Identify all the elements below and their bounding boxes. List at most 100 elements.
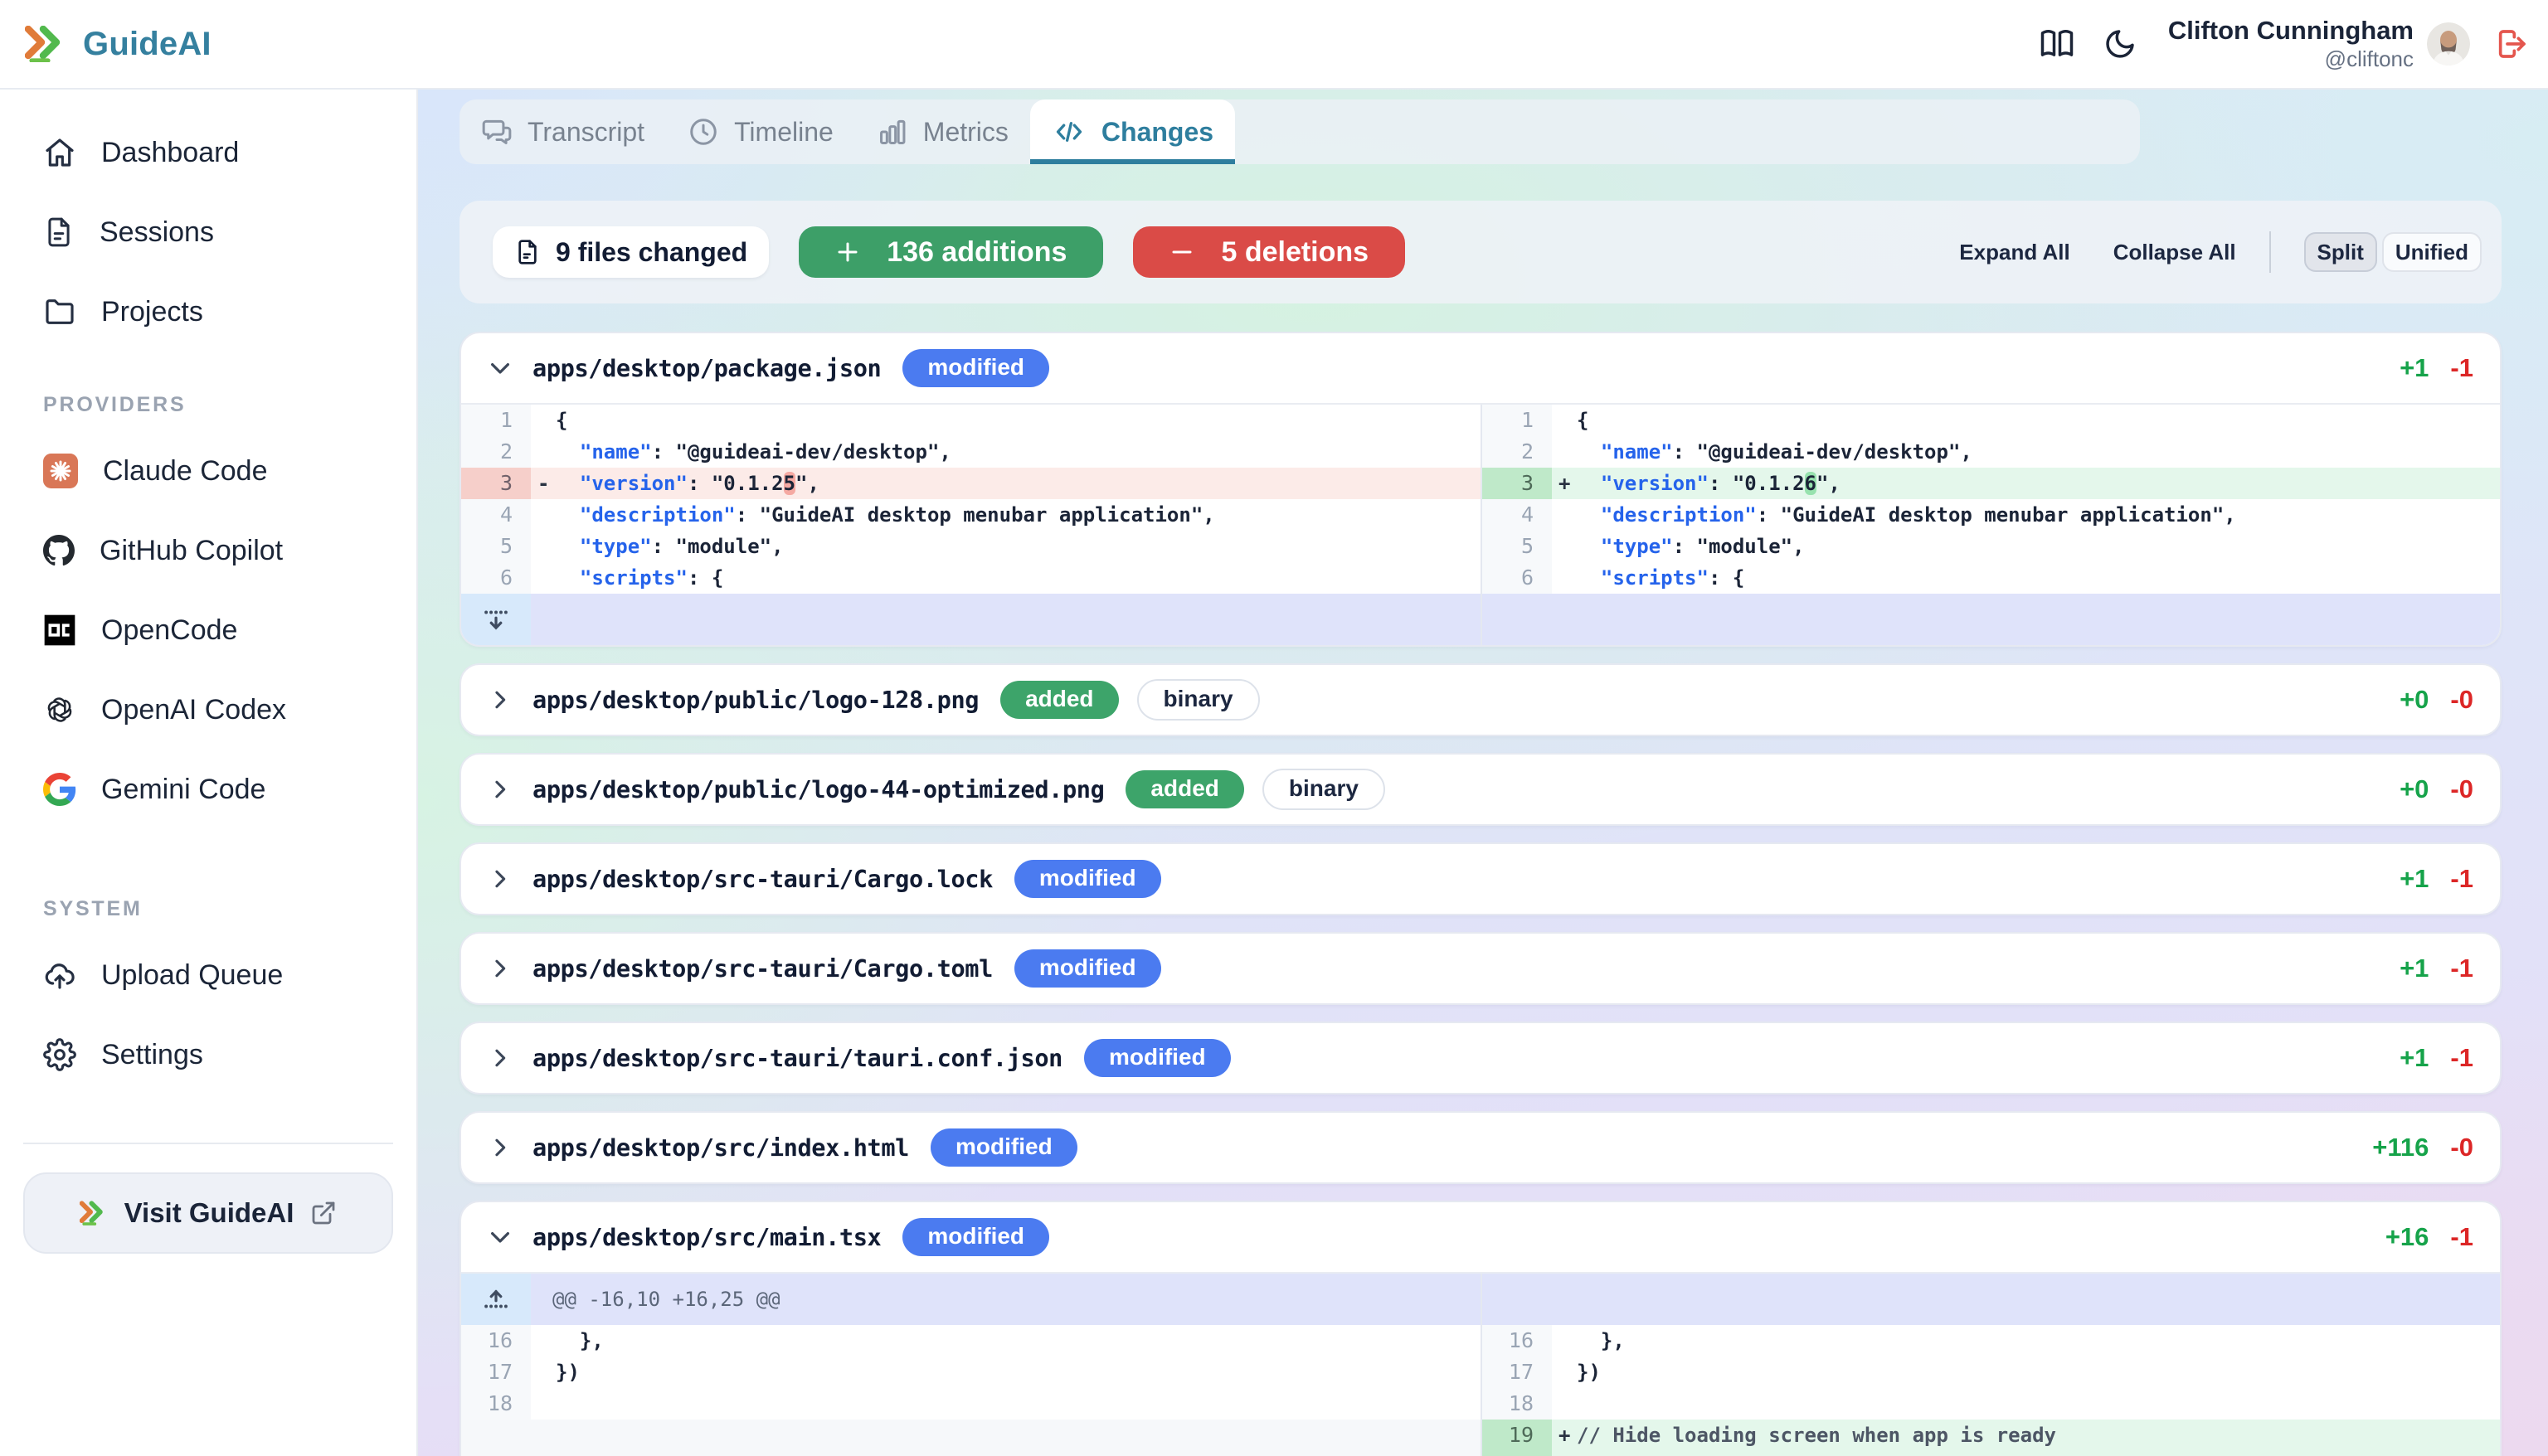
chevron-down-icon [488,1225,513,1250]
split-diff: 1{2 "name": "@guideai-dev/desktop",3- "v… [461,403,2500,645]
split-view-button[interactable]: Split [2304,232,2377,272]
line-marker [1552,436,1577,468]
additions-count: +1 [2400,353,2429,383]
line-code: }, [1577,1325,2500,1357]
line-marker [1552,405,1577,436]
book-icon [2040,27,2074,61]
diff-line-context: 18 [1482,1388,2500,1420]
docs-button[interactable] [2034,21,2080,67]
file-card-header[interactable]: apps/desktop/src-tauri/Cargo.lockmodifie… [461,844,2500,914]
expand-gutter-cell[interactable] [461,594,531,645]
status-badge: modified [902,1218,1049,1256]
line-number: 2 [461,436,531,468]
line-number: 3 [461,468,531,499]
line-marker [531,1357,556,1388]
file-card-header[interactable]: apps/desktop/src-tauri/Cargo.tomlmodifie… [461,934,2500,1003]
line-code: "scripts": { [1577,562,2500,594]
diff-line-context: 17}) [461,1357,1481,1388]
chevron-right-icon [489,688,512,711]
file-card-header[interactable]: apps/desktop/src/main.tsxmodified+16-1 [461,1202,2500,1272]
line-code: "scripts": { [556,562,1481,594]
expand-down-icon [481,605,511,633]
sidebar-item-gemini-code[interactable]: Gemini Code [23,756,393,823]
sidebar-item-openai-codex[interactable]: OpenAI Codex [23,677,393,743]
line-code: { [1577,405,2500,436]
sidebar-item-claude-code[interactable]: Claude Code [23,438,393,504]
diff-line-removed: 3- "version": "0.1.25", [461,468,1481,499]
file-name: apps/desktop/src/main.tsx [532,1223,881,1251]
sidebar-item-label: Upload Queue [101,959,283,992]
logo-chevrons-icon [25,26,68,62]
sidebar-item-upload-queue[interactable]: Upload Queue [23,942,393,1008]
hunk-header-row[interactable]: @@ -16,10 +16,25 @@ [461,1274,1481,1325]
file-name: apps/desktop/src-tauri/Cargo.lock [532,865,993,893]
line-marker [1552,1325,1577,1357]
tab-bar: Transcript Timeline Metrics Changes [460,99,2140,164]
file-name: apps/desktop/src/index.html [532,1133,909,1162]
line-number: 4 [461,499,531,531]
tab-transcript[interactable]: Transcript [460,99,666,164]
file-name: apps/desktop/src-tauri/Cargo.toml [532,954,993,983]
file-card: apps/desktop/src/index.htmlmodified+116-… [460,1111,2502,1184]
diff-pane-old: @@ -16,10 +16,25 @@16 },17})18 [461,1274,1481,1456]
expand-all-button[interactable]: Expand All [1959,240,2069,265]
line-number: 4 [1482,499,1552,531]
expand-lines-row[interactable] [461,594,1481,645]
sidebar-item-sessions[interactable]: Sessions [23,199,393,265]
sidebar-providers: Claude Code GitHub Copilot OpenCode OpenAI … [23,438,393,823]
file-card-header[interactable]: apps/desktop/public/logo-128.pngaddedbin… [461,665,2500,735]
user-info[interactable]: Clifton Cunningham @cliftonc [2168,16,2414,72]
line-number: 20 [1482,1451,1552,1456]
diff-line-context: 6 "scripts": { [461,562,1481,594]
line-code [556,1388,1481,1420]
line-number: 16 [461,1325,531,1357]
file-card-header[interactable]: apps/desktop/package.jsonmodified+1-1 [461,333,2500,403]
deletions-pill: 5 deletions [1133,226,1405,278]
external-link-icon [310,1200,337,1226]
diff-line-context: 1{ [461,405,1481,436]
sidebar-item-dashboard[interactable]: Dashboard [23,119,393,186]
sidebar-item-label: OpenAI Codex [101,694,286,726]
file-card: apps/desktop/src-tauri/tauri.conf.jsonmo… [460,1022,2502,1094]
sidebar-item-opencode[interactable]: OpenCode [23,597,393,663]
deletions-count: -1 [2450,1043,2473,1073]
tab-label: Metrics [923,117,1009,148]
sidebar-item-github-copilot[interactable]: GitHub Copilot [23,517,393,584]
deletions-count: -1 [2450,864,2473,894]
line-marker [1552,1388,1577,1420]
collapse-all-button[interactable]: Collapse All [2113,240,2236,265]
app-logo[interactable]: GuideAI [25,26,212,63]
tab-changes[interactable]: Changes [1030,99,1235,164]
diff-line-context: 2 "name": "@guideai-dev/desktop", [461,436,1481,468]
line-marker [1552,1357,1577,1388]
files-changed-label: 9 files changed [556,237,747,268]
plus-icon [835,240,860,265]
diff-filler-row [461,1451,1481,1456]
expand-gutter-cell[interactable] [461,1274,531,1325]
tab-timeline[interactable]: Timeline [666,99,855,164]
visit-guideai-button[interactable]: Visit GuideAI [23,1172,393,1254]
openai-icon [43,693,76,726]
app-header: GuideAI Clifton Cunningham @cliftonc [0,0,2548,90]
file-card-header[interactable]: apps/desktop/src-tauri/tauri.conf.jsonmo… [461,1023,2500,1093]
status-badge: modified [931,1128,1077,1167]
file-card-header[interactable]: apps/desktop/src/index.htmlmodified+116-… [461,1113,2500,1182]
diff-pane-new: 1{2 "name": "@guideai-dev/desktop",3+ "v… [1481,405,2500,645]
sidebar-nav: Dashboard Sessions Projects [23,119,393,345]
deletions-count: -1 [2450,353,2473,383]
unified-view-button[interactable]: Unified [2382,232,2482,272]
moon-icon [2103,27,2137,61]
tab-metrics[interactable]: Metrics [855,99,1030,164]
theme-toggle-button[interactable] [2097,21,2143,67]
file-card-header[interactable]: apps/desktop/public/logo-44-optimized.pn… [461,755,2500,824]
line-marker [1552,531,1577,562]
tab-label: Transcript [528,117,644,148]
avatar[interactable] [2427,22,2470,66]
logout-button[interactable] [2488,21,2535,67]
sidebar-item-projects[interactable]: Projects [23,279,393,345]
line-marker [1552,499,1577,531]
diff-line-context: 16 }, [461,1325,1481,1357]
line-marker: + [1552,1451,1577,1456]
sidebar-item-settings[interactable]: Settings [23,1022,393,1088]
line-number: 6 [461,562,531,594]
